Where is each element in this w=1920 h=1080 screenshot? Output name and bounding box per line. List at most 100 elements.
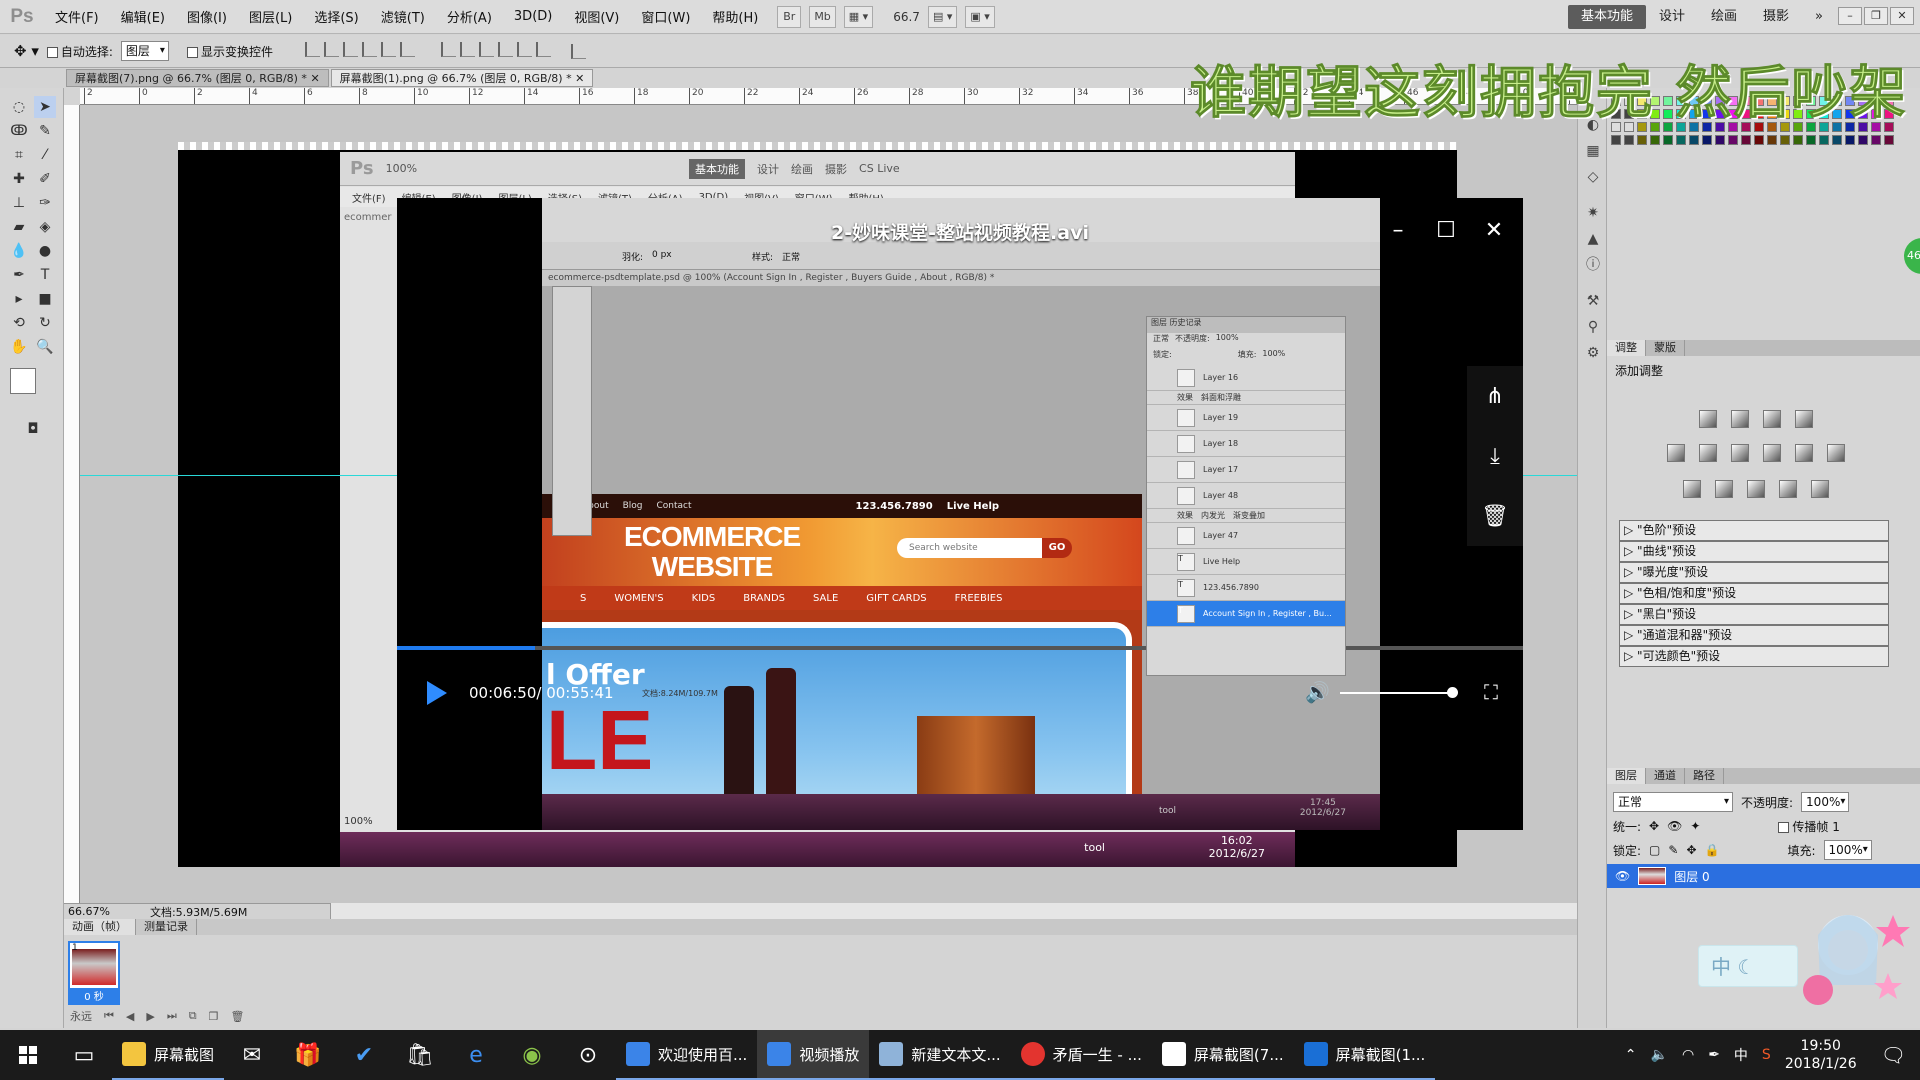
frame-delay[interactable]: 0 秒 (70, 988, 118, 1003)
distribute-hcenter-icon[interactable] (516, 42, 532, 57)
blur-tool-icon[interactable]: 💧 (8, 240, 30, 262)
tween-icon[interactable]: ⧉ (189, 1009, 197, 1023)
3d-rotate-tool-icon[interactable]: ⟲ (8, 312, 30, 334)
color-swatch[interactable] (1689, 135, 1699, 145)
arrange-docs-button[interactable]: ▤ ▾ (927, 5, 958, 28)
show-transform-checkbox[interactable] (186, 46, 198, 58)
show-transform-toggle[interactable]: 显示变换控件 (186, 43, 273, 60)
horizontal-scrollbar[interactable] (330, 903, 1577, 919)
layer-row-0[interactable]: 👁 图层 0 (1607, 864, 1920, 888)
status-zoom[interactable]: 66.67% (68, 905, 110, 918)
color-swatch[interactable] (1702, 135, 1712, 145)
color-swatch[interactable] (1728, 135, 1738, 145)
hand-tool-icon[interactable]: ✋ (8, 336, 30, 358)
propagate-checkbox[interactable] (1778, 821, 1790, 833)
move-tool-icon[interactable]: ✥ ▾ (14, 42, 39, 60)
color-swatch[interactable] (1611, 135, 1621, 145)
prev-frame-icon[interactable]: ◀ (126, 1010, 134, 1023)
menu-layer[interactable]: 图层(L) (238, 7, 303, 26)
extras-button[interactable]: ▦ ▾ (843, 5, 874, 28)
blend-mode-select[interactable]: 正常 (1613, 792, 1733, 812)
navigator-panel-icon[interactable]: ✷ (1584, 204, 1602, 222)
path-select-tool-icon[interactable]: ▸ (8, 288, 30, 310)
vibrance-icon[interactable] (1667, 444, 1685, 462)
color-swatch[interactable] (1884, 135, 1894, 145)
mail-icon[interactable]: ✉ (224, 1030, 280, 1080)
zoom-level[interactable]: 66.7 (893, 10, 920, 24)
taskbar-app-baidu-cloud[interactable]: 欢迎使用百... (616, 1030, 758, 1080)
distribute-left-icon[interactable] (497, 42, 513, 57)
delete-icon[interactable]: 🗑 (1481, 504, 1509, 529)
tab-channels[interactable]: 通道 (1646, 768, 1685, 784)
menu-analysis[interactable]: 分析(A) (436, 7, 503, 26)
zoom-tool-icon[interactable]: 🔍 (34, 336, 56, 358)
color-swatch[interactable] (1819, 135, 1829, 145)
player-close-icon[interactable]: ✕ (1483, 220, 1505, 242)
next-frame-icon[interactable]: ⏭ (167, 1009, 177, 1023)
unify-position-icon[interactable]: ✥ (1649, 819, 1659, 833)
menu-view[interactable]: 视图(V) (563, 7, 630, 26)
minimize-icon[interactable]: – (1838, 7, 1862, 25)
pen-tool-icon[interactable]: ✒ (8, 264, 30, 286)
color-swatch[interactable] (1832, 135, 1842, 145)
align-vcenter-icon[interactable] (323, 42, 339, 57)
player-minimize-icon[interactable]: – (1387, 220, 1409, 242)
preset-levels[interactable]: ▷ "色阶"预设 (1619, 520, 1889, 541)
histogram-panel-icon[interactable]: ▲ (1584, 230, 1602, 248)
lasso-tool-icon[interactable]: ↂ (8, 120, 30, 142)
close-icon[interactable]: ✕ (575, 72, 584, 85)
tab-measurement-log[interactable]: 测量记录 (136, 919, 197, 935)
hue-sat-icon[interactable] (1699, 444, 1717, 462)
brush-tool-icon[interactable]: ✐ (34, 168, 56, 190)
black-white-icon[interactable] (1763, 444, 1781, 462)
start-button[interactable] (0, 1030, 56, 1080)
color-swatch[interactable] (1793, 135, 1803, 145)
visibility-eye-icon[interactable]: 👁 (1615, 869, 1630, 883)
edge-icon[interactable]: e (448, 1030, 504, 1080)
menu-filter[interactable]: 滤镜(T) (370, 7, 436, 26)
color-swatch[interactable] (1845, 135, 1855, 145)
eyedropper-tool-icon[interactable]: ⁄ (34, 144, 56, 166)
gift-icon[interactable]: 🎁 (280, 1030, 336, 1080)
stamp-tool-icon[interactable]: ⊥ (8, 192, 30, 214)
tab-masks[interactable]: 蒙版 (1646, 340, 1685, 356)
first-frame-icon[interactable]: ⏮ (104, 1009, 114, 1023)
bridge-button[interactable]: Br (777, 5, 802, 28)
tool-presets-icon[interactable]: ⚙ (1584, 344, 1602, 362)
threshold-icon[interactable] (1747, 480, 1765, 498)
play-anim-icon[interactable]: ▶ (146, 1010, 154, 1023)
color-swatch[interactable] (1624, 135, 1634, 145)
play-icon[interactable] (427, 681, 447, 705)
360-browser-icon[interactable]: ◉ (504, 1030, 560, 1080)
close-icon[interactable]: ✕ (1890, 7, 1914, 25)
restore-icon[interactable]: ❐ (1864, 7, 1888, 25)
fullscreen-icon[interactable]: ⛶ (1484, 680, 1498, 704)
preset-black-white[interactable]: ▷ "黑白"预设 (1619, 604, 1889, 625)
align-hcenter-icon[interactable] (380, 42, 396, 57)
distribute-top-icon[interactable] (440, 42, 456, 57)
photo-filter-icon[interactable] (1795, 444, 1813, 462)
delete-frame-icon[interactable]: 🗑 (230, 1010, 244, 1023)
taskbar-app-photoshop[interactable]: 屏幕截图(1... (1293, 1030, 1436, 1080)
volume-tray-icon[interactable]: 🔈 (1651, 1047, 1668, 1063)
color-swatch[interactable] (1650, 135, 1660, 145)
propagate-frame-toggle[interactable]: 传播帧 1 (1778, 818, 1840, 835)
color-swatch[interactable] (1806, 135, 1816, 145)
tab-paths[interactable]: 路径 (1685, 768, 1724, 784)
3d-orbit-tool-icon[interactable]: ↻ (34, 312, 56, 334)
align-top-icon[interactable] (304, 42, 320, 57)
duplicate-frame-icon[interactable]: ❐ (209, 1010, 219, 1023)
action-center-icon[interactable]: 🗨 (1881, 1043, 1906, 1067)
taskbar-app-photos[interactable]: 屏幕截图(7... (1151, 1030, 1294, 1080)
distribute-bottom-icon[interactable] (478, 42, 494, 57)
loop-select[interactable]: 永远 (70, 1008, 92, 1024)
history-brush-tool-icon[interactable]: ✑ (34, 192, 56, 214)
desktop-lyrics[interactable]: 谁期望这刻拥抱完 然后吵架 (1190, 48, 1908, 129)
workspace-essentials[interactable]: 基本功能 (1567, 5, 1646, 29)
menu-select[interactable]: 选择(S) (303, 7, 369, 26)
color-swatch[interactable] (1858, 135, 1868, 145)
brightness-icon[interactable] (1699, 410, 1717, 428)
overwatch-icon[interactable]: ⊙ (560, 1030, 616, 1080)
preset-hue-saturation[interactable]: ▷ "色相/饱和度"预设 (1619, 583, 1889, 604)
close-icon[interactable]: ✕ (310, 72, 319, 85)
